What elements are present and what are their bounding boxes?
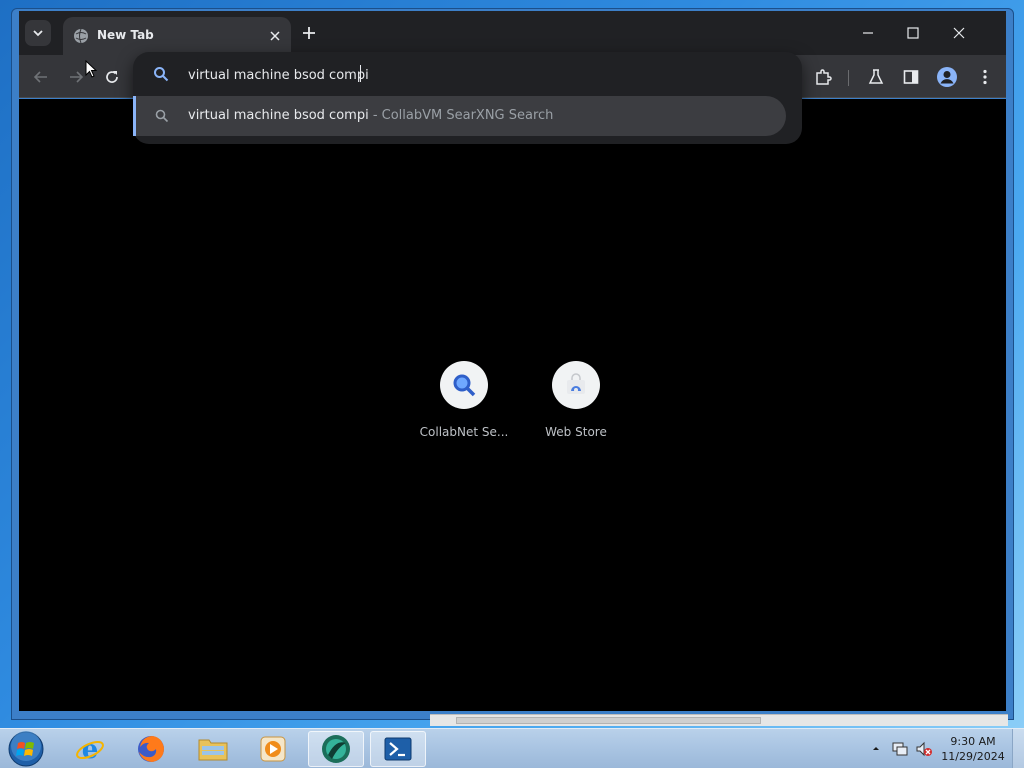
omnibox-suggestion[interactable]: virtual machine bsod compi - CollabVM Se… <box>133 96 786 136</box>
firefox-icon <box>138 736 164 762</box>
arrow-left-icon <box>33 71 47 83</box>
network-icon[interactable] <box>891 740 909 758</box>
reload-icon <box>106 71 118 83</box>
globe-icon <box>74 28 88 44</box>
tab-search-button[interactable] <box>25 20 51 46</box>
new-tab-button[interactable] <box>298 22 320 44</box>
internet-explorer-icon: e <box>76 735 104 764</box>
suggestion-engine: - CollabVM SearXNG Search <box>368 108 554 123</box>
arrow-right-icon <box>70 71 84 83</box>
shortcut-icon-circle <box>552 361 600 409</box>
selection-indicator <box>133 96 136 136</box>
taskbar-powershell[interactable] <box>370 731 426 767</box>
folder-icon <box>198 739 228 761</box>
start-button[interactable] <box>6 730 46 768</box>
web-store-icon <box>567 373 585 394</box>
taskbar-internet-explorer[interactable]: e <box>62 731 118 767</box>
omnibox-input-row <box>133 52 802 96</box>
volume-muted-icon[interactable] <box>915 740 933 758</box>
search-icon <box>155 109 169 123</box>
show-desktop-button[interactable] <box>1012 729 1024 768</box>
shortcut-label: CollabNet Se... <box>419 425 509 439</box>
clock-time: 9:30 AM <box>950 735 996 748</box>
avatar-icon <box>937 67 957 87</box>
mouse-cursor-icon <box>85 60 97 78</box>
shortcut-label: Web Store <box>545 425 607 439</box>
windows-start-orb-icon <box>8 731 44 767</box>
browser-titlebar: New Tab <box>19 11 1006 55</box>
side-panel-icon <box>903 70 919 84</box>
toolbar-separator <box>848 70 849 86</box>
svg-text:e: e <box>82 735 99 764</box>
horizontal-scrollbar[interactable] <box>430 714 1008 726</box>
powershell-icon <box>384 737 412 761</box>
reload-button[interactable] <box>100 65 124 89</box>
tray-chevron-up-icon[interactable] <box>871 744 881 754</box>
taskbar-browser[interactable] <box>308 731 364 767</box>
clock-date: 11/29/2024 <box>941 750 1005 763</box>
maximize-button[interactable] <box>893 19 933 47</box>
taskbar: e 9:30 AM 11/29/2024 <box>0 728 1024 768</box>
chevron-down-icon <box>33 30 43 37</box>
suggestion-text: virtual machine bsod compi - CollabVM Se… <box>188 108 553 123</box>
shortcut-collabnet-search[interactable]: CollabNet Se... <box>414 361 514 439</box>
maximize-icon <box>907 27 919 39</box>
media-player-icon <box>260 736 286 762</box>
minimize-button[interactable] <box>848 19 888 47</box>
profile-button[interactable] <box>935 65 959 89</box>
back-button[interactable] <box>29 65 53 89</box>
shortcut-icon-circle <box>440 361 488 409</box>
taskbar-clock[interactable]: 9:30 AM 11/29/2024 <box>940 734 1006 764</box>
labs-button[interactable] <box>864 65 888 89</box>
taskbar-file-explorer[interactable] <box>185 731 241 767</box>
close-icon <box>953 27 965 39</box>
search-icon <box>154 67 169 82</box>
menu-button[interactable] <box>973 65 997 89</box>
taskbar-media-player[interactable] <box>245 731 301 767</box>
extensions-button[interactable] <box>811 65 835 89</box>
window-close-button[interactable] <box>939 19 979 47</box>
kebab-menu-icon <box>983 69 987 85</box>
address-bar-input[interactable] <box>188 65 748 85</box>
text-caret <box>360 65 361 82</box>
puzzle-icon <box>816 69 832 85</box>
scrollbar-thumb[interactable] <box>456 717 761 724</box>
taskbar-firefox[interactable] <box>123 731 179 767</box>
search-magnifier-icon <box>453 374 476 397</box>
suggestion-query: virtual machine bsod compi <box>188 108 369 123</box>
shortcut-web-store[interactable]: Web Store <box>526 361 626 439</box>
close-icon <box>270 31 280 41</box>
tab-title: New Tab <box>97 28 154 42</box>
new-tab-page: CollabNet Se... Web Store <box>19 99 1006 711</box>
tab-new-tab[interactable]: New Tab <box>63 17 291 55</box>
plus-icon <box>303 27 315 39</box>
browser-app-icon <box>322 735 350 763</box>
tab-close-button[interactable] <box>265 26 285 46</box>
minimize-icon <box>863 32 873 34</box>
omnibox-dropdown: virtual machine bsod compi - CollabVM Se… <box>133 52 802 144</box>
side-panel-button[interactable] <box>899 65 923 89</box>
flask-icon <box>868 69 884 84</box>
